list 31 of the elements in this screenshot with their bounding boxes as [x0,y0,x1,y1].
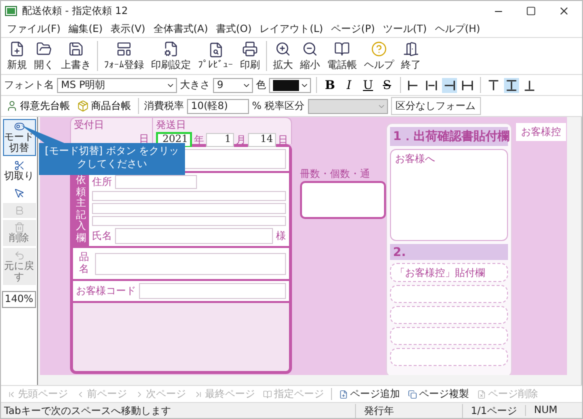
count-label: 冊数・個数・通 [300,169,370,180]
status-field: 1/1ページ [462,404,525,418]
color-label: 色 [256,79,266,92]
status-field: NUM [525,405,582,416]
note-label: お客様へ [395,154,435,165]
received-date-label: 受付日 [74,118,105,132]
name-label: 氏名 [92,230,112,243]
sender-heading: 依頼主記入欄 [73,173,89,246]
tax-rate-label: 消費税率 [144,100,184,113]
honorific: 様 [276,230,286,243]
font-label: フォント名 [4,79,54,92]
item-label: 品名 [78,251,90,276]
percent-label: % [252,100,262,112]
month-unit: 月 [236,134,246,147]
year-unit: 年 [194,134,204,147]
window-title: 配送依頼 - 指定依頼 12 [22,4,129,18]
status-field: 発行年 [354,404,462,418]
ship-date-label: 発送日 [156,119,187,132]
size-label: 大きさ [180,78,210,92]
address-label: 住所 [92,176,112,189]
form-type-label: 区分なしフォーム [390,97,481,115]
day-unit: 日 [139,133,149,146]
section-heading: 2. [390,244,508,260]
customer-code-label: お客様コード [76,284,136,298]
stub-label: 「お客様控」貼付欄 [395,266,485,280]
day-unit: 日 [278,134,288,147]
tax-category-label: 税率区分 [264,100,305,113]
status-message: Tabキーで次のスペースへ移動します [3,404,172,418]
section-heading: 1．出荷確認書貼付欄 [390,127,508,146]
zoom-level: 140% [2,291,36,308]
copy-tag: お客様控 [516,123,566,141]
